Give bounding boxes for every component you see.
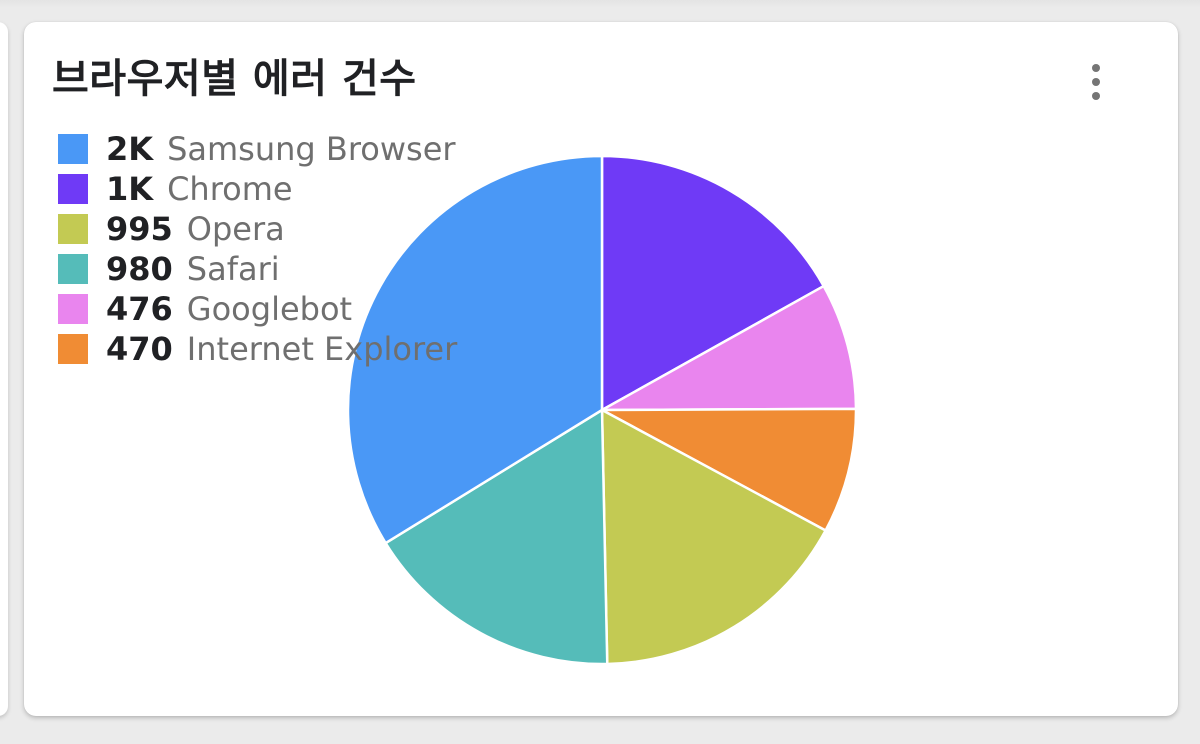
legend-swatch (58, 214, 88, 244)
legend-label: Internet Explorer (186, 330, 458, 368)
top-edge (0, 0, 1200, 8)
legend-label: Safari (186, 250, 280, 288)
legend-item[interactable]: 980 Safari (58, 249, 457, 289)
legend-value: 995 (106, 210, 173, 248)
legend-label: Samsung Browser (167, 130, 456, 168)
legend-item[interactable]: 476 Googlebot (58, 289, 457, 329)
more-options-button[interactable] (1076, 56, 1116, 108)
legend-swatch (58, 174, 88, 204)
legend-label: Googlebot (186, 290, 353, 328)
more-vert-icon (1092, 64, 1100, 72)
legend-item[interactable]: 1K Chrome (58, 169, 457, 209)
card-title: 브라우저별 에러 건수 (52, 56, 417, 102)
legend-item[interactable]: 995 Opera (58, 209, 457, 249)
legend-value: 470 (106, 330, 173, 368)
legend-swatch (58, 134, 88, 164)
dashboard-page: 브라우저별 에러 건수 2K Samsung Browser 1K Chrome 995… (0, 0, 1200, 744)
browser-errors-card: 브라우저별 에러 건수 2K Samsung Browser 1K Chrome 995… (24, 22, 1178, 716)
legend-item[interactable]: 470 Internet Explorer (58, 329, 457, 369)
more-vert-icon-dot (1092, 78, 1100, 86)
legend-value: 2K (106, 130, 154, 168)
legend-label: Opera (186, 210, 285, 248)
adjacent-card-edge (0, 22, 8, 716)
legend-swatch (58, 254, 88, 284)
chart-legend: 2K Samsung Browser 1K Chrome 995 Opera 980 Safa… (58, 129, 457, 369)
legend-value: 1K (106, 170, 154, 208)
legend-swatch (58, 334, 88, 364)
legend-item[interactable]: 2K Samsung Browser (58, 129, 457, 169)
more-vert-icon-dot (1092, 92, 1100, 100)
legend-label: Chrome (167, 170, 293, 208)
legend-value: 980 (106, 250, 173, 288)
legend-swatch (58, 294, 88, 324)
pie-chart (346, 154, 858, 666)
legend-value: 476 (106, 290, 173, 328)
